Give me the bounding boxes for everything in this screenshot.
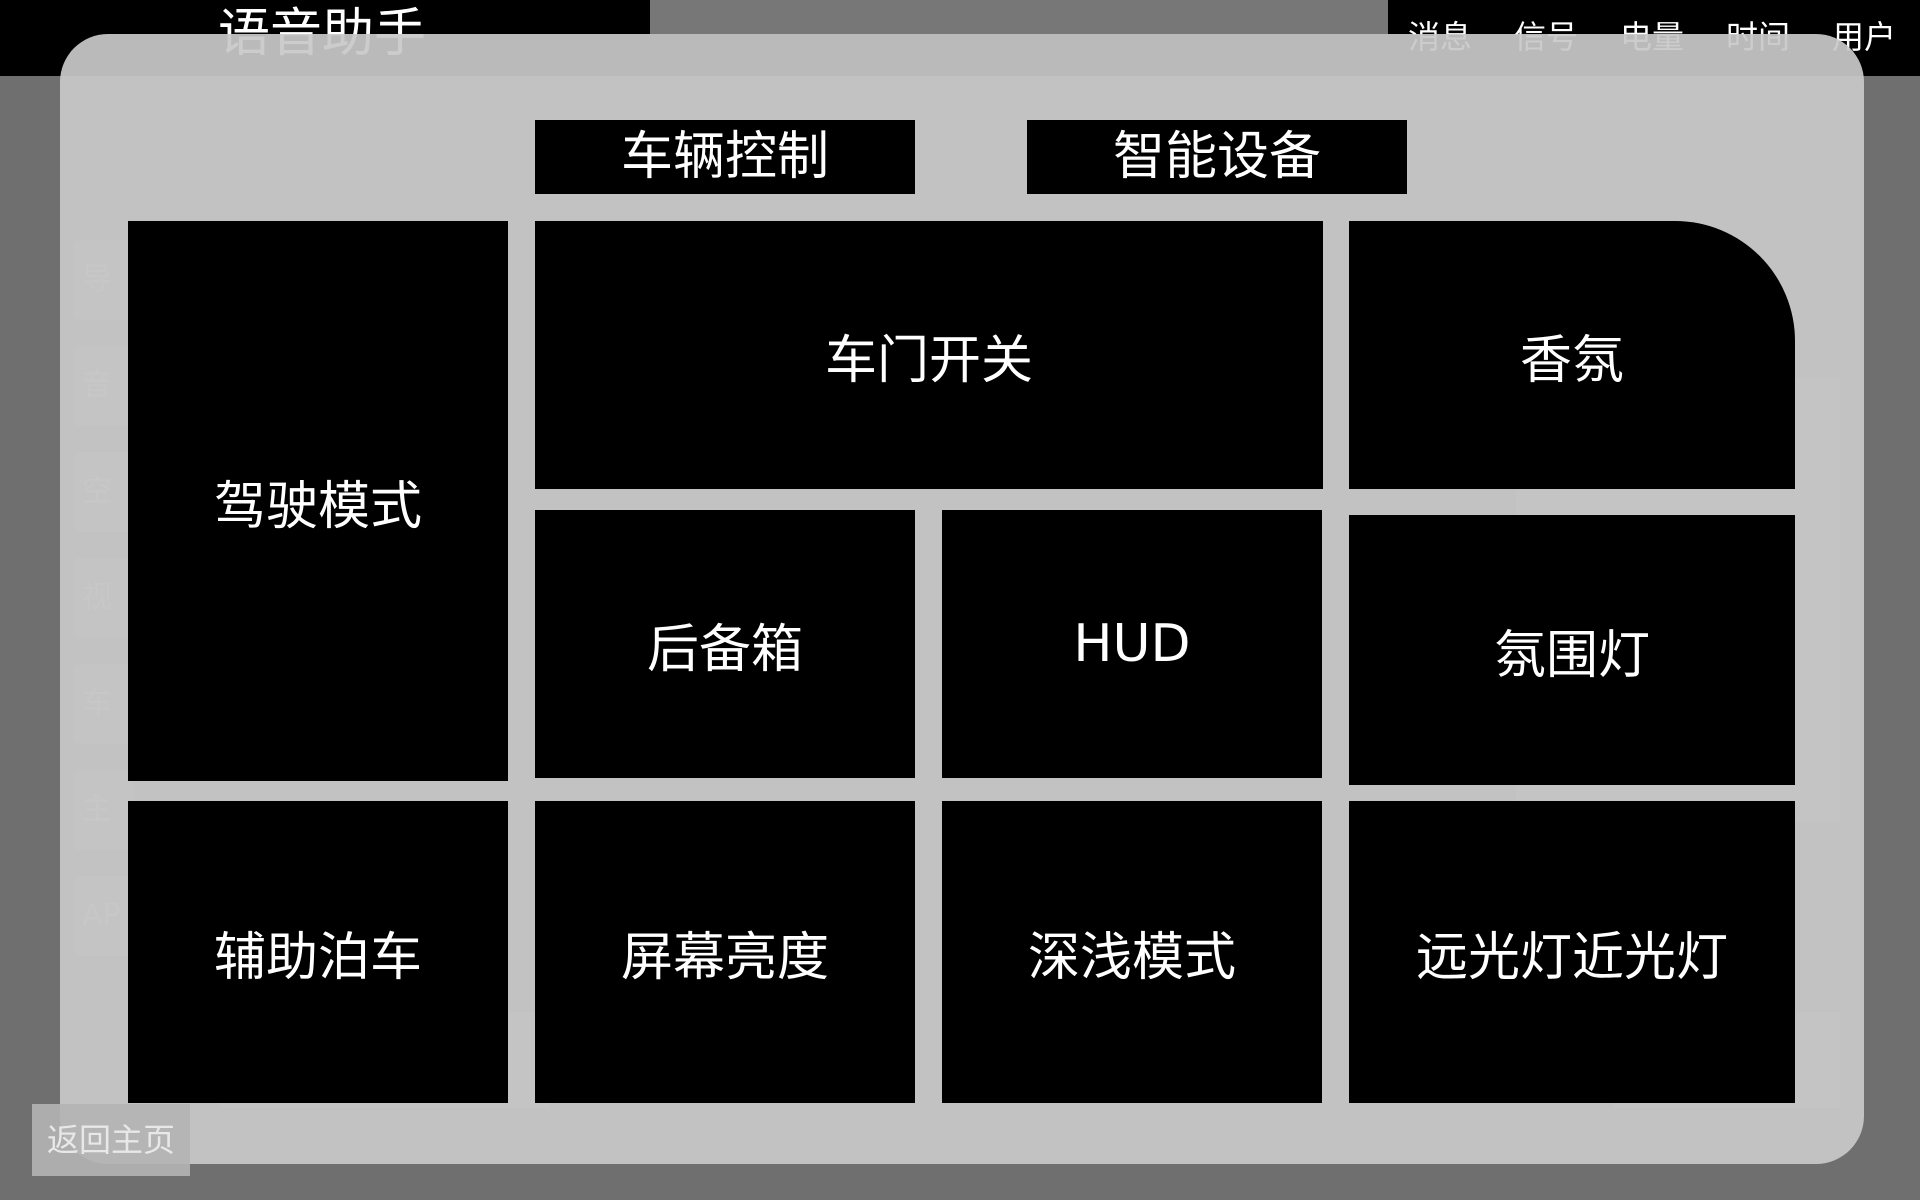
tile-label: 车门开关 <box>824 330 1033 391</box>
tile-hud[interactable]: HUD <box>942 510 1322 778</box>
tile-label: 氛围灯 <box>1493 625 1650 686</box>
tile-screen-brightness[interactable]: 屏幕亮度 <box>535 801 915 1103</box>
tile-ambient-light[interactable]: 氛围灯 <box>1349 515 1795 785</box>
tile-high-low-beam[interactable]: 远光灯近光灯 <box>1349 801 1795 1103</box>
tile-label: 深浅模式 <box>1027 927 1236 988</box>
tile-park-assist[interactable]: 辅助泊车 <box>128 801 508 1103</box>
tab-smart-devices[interactable]: 智能设备 <box>1027 120 1407 194</box>
tile-door-switch[interactable]: 车门开关 <box>535 221 1323 489</box>
tab-vehicle-control[interactable]: 车辆控制 <box>535 120 915 194</box>
tile-label: 香氛 <box>1519 330 1624 391</box>
tile-label: 屏幕亮度 <box>620 927 829 988</box>
tile-label: 驾驶模式 <box>213 476 422 537</box>
tile-label: 远光灯近光灯 <box>1415 927 1728 988</box>
tile-label: HUD <box>1073 614 1191 674</box>
tile-label: 后备箱 <box>646 619 803 680</box>
return-home-button[interactable]: 返回主页 <box>32 1104 190 1176</box>
voice-assistant-overlay: 车辆控制 智能设备 驾驶模式 车门开关 香氛 后备箱 HUD 氛围灯 辅助泊车 … <box>60 34 1864 1164</box>
tile-fragrance[interactable]: 香氛 <box>1349 221 1795 489</box>
tile-drive-mode[interactable]: 驾驶模式 <box>128 221 508 781</box>
top-bar-center <box>650 0 1388 34</box>
tile-trunk[interactable]: 后备箱 <box>535 510 915 778</box>
tile-dark-light-mode[interactable]: 深浅模式 <box>942 801 1322 1103</box>
tile-label: 辅助泊车 <box>213 927 422 988</box>
